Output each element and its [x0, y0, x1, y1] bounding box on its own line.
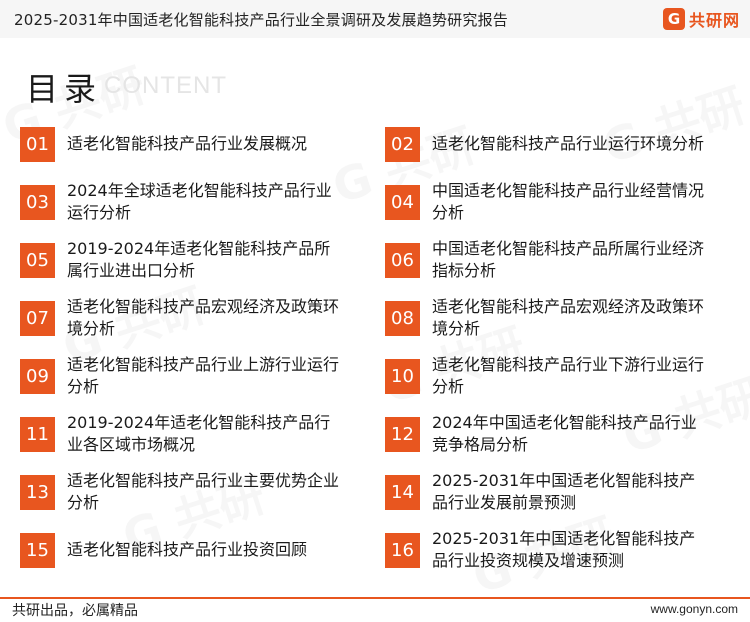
toc-text: 2019-2024年适老化智能科技产品行业各区域市场概况	[67, 413, 331, 454]
toc-number: 08	[385, 300, 420, 336]
toc-number: 01	[20, 126, 55, 162]
footer-slogan: 共研出品，必属精品	[12, 603, 138, 619]
footer-url[interactable]: www.gonyn.com	[651, 602, 738, 616]
toc-item-13[interactable]: 13 适老化智能科技产品行业主要优势企业分析	[20, 471, 342, 512]
toc-number: 02	[385, 126, 420, 162]
toc-number: 14	[385, 474, 420, 510]
toc-item-07[interactable]: 07 适老化智能科技产品宏观经济及政策环境分析	[20, 297, 342, 338]
toc-subtitle: CONTENT	[104, 72, 227, 99]
logo-icon: G	[662, 8, 685, 30]
toc-item-01[interactable]: 01 适老化智能科技产品行业发展概况	[20, 124, 342, 164]
toc-item-12[interactable]: 12 2024年中国适老化智能科技产品行业竞争格局分析	[385, 413, 707, 454]
report-title: 2025-2031年中国适老化智能科技产品行业全景调研及发展趋势研究报告	[14, 11, 508, 29]
toc-item-02[interactable]: 02 适老化智能科技产品行业运行环境分析	[385, 124, 707, 164]
toc-text: 中国适老化智能科技产品行业经营情况分析	[432, 181, 705, 222]
brand-logo: G 共研网	[662, 7, 740, 31]
toc-item-09[interactable]: 09 适老化智能科技产品行业上游行业运行分析	[20, 355, 342, 396]
toc-item-06[interactable]: 06 中国适老化智能科技产品所属行业经济指标分析	[385, 239, 707, 280]
toc-text: 2025-2031年中国适老化智能科技产品行业发展前景预测	[432, 471, 696, 512]
toc-number: 13	[20, 474, 55, 510]
toc-item-03[interactable]: 03 2024年全球适老化智能科技产品行业运行分析	[20, 181, 342, 222]
toc-text: 适老化智能科技产品行业运行环境分析	[432, 134, 705, 153]
toc-number: 12	[385, 416, 420, 452]
toc-text: 适老化智能科技产品行业发展概况	[67, 134, 308, 153]
toc-text: 适老化智能科技产品行业投资回顾	[67, 540, 308, 559]
toc-text: 适老化智能科技产品行业上游行业运行分析	[67, 355, 340, 396]
toc-number: 16	[385, 532, 420, 568]
toc-item-08[interactable]: 08 适老化智能科技产品宏观经济及政策环境分析	[385, 297, 707, 338]
toc-item-14[interactable]: 14 2025-2031年中国适老化智能科技产品行业发展前景预测	[385, 471, 707, 512]
report-header: 2025-2031年中国适老化智能科技产品行业全景调研及发展趋势研究报告 G 共…	[0, 0, 750, 38]
toc-number: 09	[20, 358, 55, 394]
toc-text: 中国适老化智能科技产品所属行业经济指标分析	[432, 239, 705, 280]
toc-text: 适老化智能科技产品行业下游行业运行分析	[432, 355, 705, 396]
toc-number: 04	[385, 184, 420, 220]
logo-text: 共研网	[688, 11, 740, 30]
toc-number: 11	[20, 416, 55, 452]
toc-text: 适老化智能科技产品宏观经济及政策环境分析	[432, 297, 705, 338]
toc-item-15[interactable]: 15 适老化智能科技产品行业投资回顾	[20, 530, 342, 570]
toc-number: 10	[385, 358, 420, 394]
toc-item-10[interactable]: 10 适老化智能科技产品行业下游行业运行分析	[385, 355, 707, 396]
toc-number: 05	[20, 242, 55, 278]
toc-text: 适老化智能科技产品宏观经济及政策环境分析	[67, 297, 340, 338]
footer-divider	[0, 597, 750, 599]
toc-text: 2024年中国适老化智能科技产品行业竞争格局分析	[432, 413, 697, 454]
toc-text: 2025-2031年中国适老化智能科技产品行业投资规模及增速预测	[432, 529, 696, 570]
toc-item-16[interactable]: 16 2025-2031年中国适老化智能科技产品行业投资规模及增速预测	[385, 529, 707, 570]
toc-number: 15	[20, 532, 55, 568]
toc-text: 适老化智能科技产品行业主要优势企业分析	[67, 471, 340, 512]
toc-item-11[interactable]: 11 2019-2024年适老化智能科技产品行业各区域市场概况	[20, 413, 342, 454]
toc-item-05[interactable]: 05 2019-2024年适老化智能科技产品所属行业进出口分析	[20, 239, 342, 280]
toc-number: 06	[385, 242, 420, 278]
toc-title: 目录	[26, 70, 103, 108]
toc-text: 2019-2024年适老化智能科技产品所属行业进出口分析	[67, 239, 331, 280]
toc-item-04[interactable]: 04 中国适老化智能科技产品行业经营情况分析	[385, 181, 707, 222]
toc-text: 2024年全球适老化智能科技产品行业运行分析	[67, 181, 332, 222]
toc-number: 03	[20, 184, 55, 220]
toc-number: 07	[20, 300, 55, 336]
